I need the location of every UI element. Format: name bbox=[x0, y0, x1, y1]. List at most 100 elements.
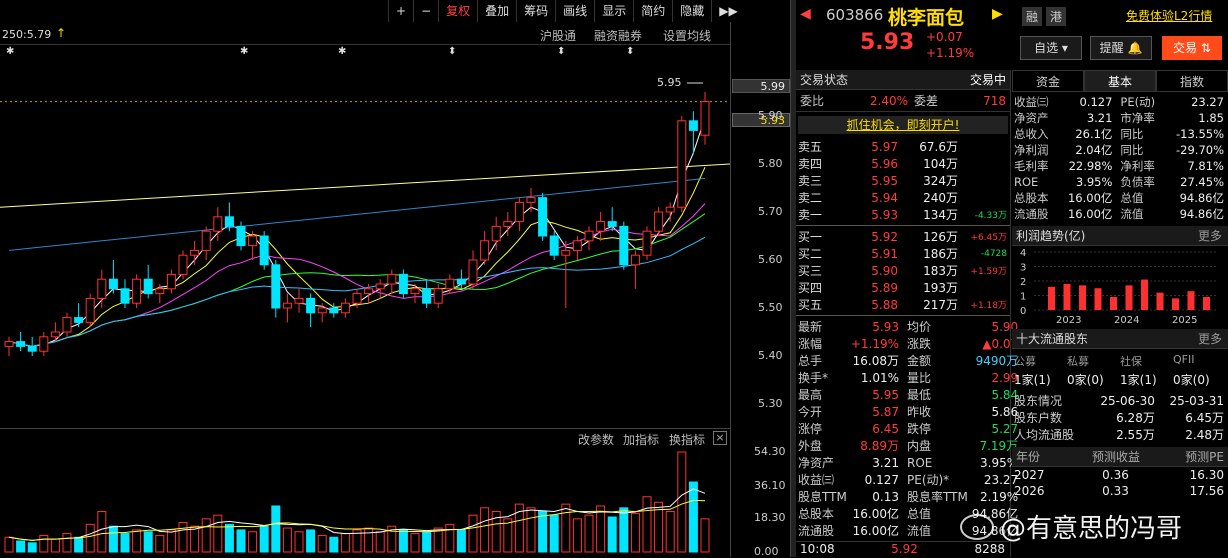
stat-value: -29.70% bbox=[1176, 143, 1224, 157]
hgt-link[interactable]: 沪股通 bbox=[540, 27, 576, 44]
price-axis-tick: 5.60 bbox=[758, 253, 783, 266]
candle-body bbox=[584, 230, 594, 242]
volume-bar bbox=[282, 527, 292, 553]
open-account-link[interactable]: 抓住机会，即刻开户! bbox=[798, 116, 1008, 134]
display-button[interactable]: 显示 bbox=[594, 0, 633, 22]
level-label: 卖三 bbox=[798, 174, 823, 188]
candle-body bbox=[700, 101, 710, 136]
level-volume: 193万 bbox=[923, 281, 958, 295]
stat-row: ROE 3.95% 负债率 27.45% bbox=[1012, 174, 1226, 190]
level-label: 买五 bbox=[798, 298, 823, 312]
stat-label: 量比 bbox=[907, 371, 932, 385]
level-label: 卖二 bbox=[798, 191, 823, 205]
volume-bar bbox=[132, 529, 142, 553]
candle-body bbox=[607, 221, 617, 227]
event-marker-icon: ⬍ bbox=[626, 46, 634, 57]
book-row[interactable]: 买一 5.92 126万 +6.45万 bbox=[796, 228, 1009, 245]
stat-value: 16.00亿 bbox=[1067, 191, 1113, 205]
ma-settings-link[interactable]: 设置均线 bbox=[663, 27, 711, 44]
close-icon[interactable]: × bbox=[713, 431, 727, 445]
level-volume: 126万 bbox=[923, 230, 958, 244]
trade-button[interactable]: 交易 ⇅ bbox=[1162, 36, 1222, 60]
holder-cell: 6.28万 bbox=[1116, 411, 1155, 425]
tab-funds[interactable]: 资金 bbox=[1012, 70, 1084, 92]
holder-cell: 2.48万 bbox=[1185, 428, 1224, 442]
overlay-button[interactable]: 叠加 bbox=[477, 0, 516, 22]
candle-body bbox=[491, 225, 501, 242]
stat-value: 16.00亿 bbox=[852, 524, 899, 538]
stat-value: 94.86亿 bbox=[1179, 191, 1224, 205]
stat-row: 最高 5.95 最低 5.84 bbox=[796, 386, 1020, 403]
alert-button[interactable]: 提醒 🔔 bbox=[1090, 36, 1152, 60]
tab-index[interactable]: 指数 bbox=[1156, 70, 1228, 92]
commission-ratio-row: 委比 2.40% 委差 718 bbox=[796, 90, 1010, 112]
level-label: 买四 bbox=[798, 281, 823, 295]
stat-label: 跌停 bbox=[907, 422, 932, 436]
candle-body bbox=[456, 278, 466, 285]
stat-row: 净利润 2.04亿 同比 -29.70% bbox=[1012, 142, 1226, 158]
candle-body bbox=[50, 331, 60, 338]
volume-plot bbox=[4, 451, 710, 553]
candle-body bbox=[654, 211, 664, 232]
holder-categories: 公募 私募 社保 QFII bbox=[1014, 353, 1195, 368]
volume-bar bbox=[108, 525, 118, 553]
candle-body bbox=[387, 273, 397, 285]
candlestick-plot: 5.95 ✱ ✱ ✱ ⬍ ⬍ ⬍ bbox=[0, 46, 730, 356]
stat-label: 净资产 bbox=[798, 456, 835, 470]
watermark: @有意思的冯哥 bbox=[1000, 514, 1183, 544]
tab-basic[interactable]: 基本 bbox=[1084, 70, 1156, 92]
book-row[interactable]: 买五 5.88 217万 +1.18万 bbox=[796, 296, 1009, 313]
stat-row: 总收入 26.1亿 同比 -13.55% bbox=[1012, 126, 1226, 142]
profit-bar bbox=[1079, 285, 1086, 310]
stat-value: 1.85 bbox=[1198, 111, 1224, 125]
volume-bar bbox=[364, 527, 374, 553]
level-delta bbox=[960, 279, 1009, 296]
profit-trend-header: 利润趋势(亿) 更多 bbox=[1012, 226, 1228, 246]
book-row[interactable]: 卖四 5.96 104万 bbox=[796, 155, 1009, 172]
book-row[interactable]: 买二 5.91 186万 -4728 bbox=[796, 245, 1009, 262]
book-row[interactable]: 卖一 5.93 134万 -4.33万 bbox=[796, 206, 1009, 223]
rzrq-link[interactable]: 融资融券 bbox=[594, 27, 642, 44]
chips-button[interactable]: 筹码 bbox=[516, 0, 555, 22]
candle-body bbox=[201, 230, 211, 251]
concise-button[interactable]: 简约 bbox=[633, 0, 672, 22]
volume-bar bbox=[642, 496, 652, 553]
draw-line-button[interactable]: 画线 bbox=[555, 0, 594, 22]
stat-label: ROE bbox=[1014, 175, 1039, 189]
expand-icon[interactable]: ▶▶ bbox=[711, 0, 744, 22]
stat-value: 3.95% bbox=[1075, 175, 1113, 189]
back-icon[interactable]: ◀ bbox=[800, 6, 811, 22]
watchlist-button[interactable]: 自选 ▾ bbox=[1020, 36, 1082, 60]
candle-body bbox=[85, 297, 95, 323]
stat-value: 16.00亿 bbox=[852, 507, 899, 521]
next-icon[interactable]: ▶ bbox=[992, 6, 1003, 22]
stat-value: 26.1亿 bbox=[1075, 127, 1113, 141]
holder-cell: 人均流通股 bbox=[1014, 428, 1075, 442]
stat-value: 27.45% bbox=[1180, 175, 1224, 189]
book-row[interactable]: 卖三 5.95 324万 bbox=[796, 172, 1009, 189]
volume-bar bbox=[4, 536, 14, 553]
holders-more-link[interactable]: 更多 bbox=[1198, 329, 1222, 348]
book-row[interactable]: 买四 5.89 193万 bbox=[796, 279, 1009, 296]
stat-value: 0.127 bbox=[864, 472, 899, 487]
volume-bar bbox=[248, 531, 258, 553]
hide-button[interactable]: 隐藏 bbox=[672, 0, 711, 22]
book-row[interactable]: 卖五 5.97 67.6万 bbox=[796, 138, 1009, 155]
stat-label: 昨收 bbox=[907, 405, 932, 419]
candle-body bbox=[688, 120, 698, 131]
profit-bar bbox=[1187, 291, 1195, 310]
adjust-button[interactable]: 复权 bbox=[438, 0, 477, 22]
candle-body bbox=[468, 259, 478, 285]
price-badge-top: 5.99 bbox=[732, 79, 790, 93]
kline-chart-area[interactable]: + − 复权 叠加 筹码 画线 显示 简约 隐藏 ▶▶ 250:5.79 ↑ 沪… bbox=[0, 0, 790, 558]
candle-body bbox=[364, 288, 374, 295]
profit-bar bbox=[1156, 292, 1164, 310]
stat-label: 负债率 bbox=[1120, 175, 1155, 189]
level-delta bbox=[960, 155, 1009, 172]
zoom-out-button[interactable]: − bbox=[413, 0, 438, 22]
profit-more-link[interactable]: 更多 bbox=[1198, 226, 1222, 245]
free-trial-link[interactable]: 免费体验L2行情 bbox=[1126, 7, 1212, 24]
book-row[interactable]: 买三 5.90 183万 +1.59万 bbox=[796, 262, 1009, 279]
book-row[interactable]: 卖二 5.94 240万 bbox=[796, 189, 1009, 206]
zoom-in-button[interactable]: + bbox=[388, 0, 413, 22]
